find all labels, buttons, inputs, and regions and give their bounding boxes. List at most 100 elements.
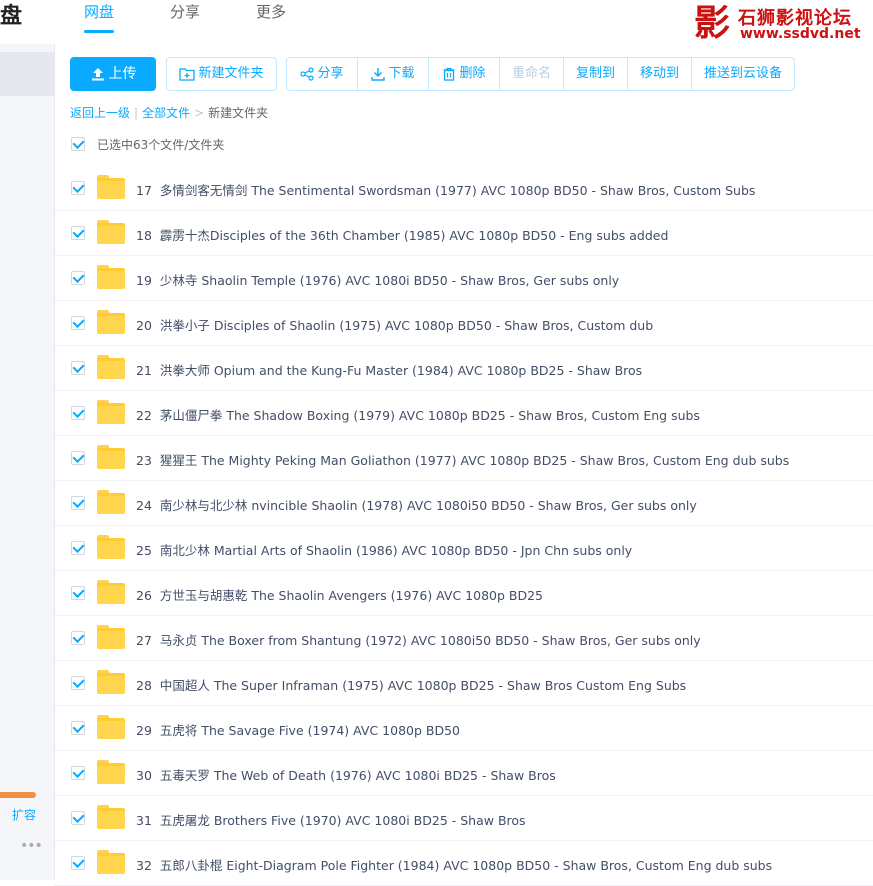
table-row[interactable]: 31 五虎屠龙 Brothers Five (1970) AVC 1080i B… [55, 796, 873, 841]
sidebar: 扩容 ••• [0, 44, 55, 880]
table-row[interactable]: 30 五毒天罗 The Web of Death (1976) AVC 1080… [55, 751, 873, 796]
file-name[interactable]: 29 五虎将 The Savage Five (1974) AVC 1080p … [136, 720, 460, 739]
download-icon [371, 67, 386, 81]
delete-button[interactable]: 删除 [429, 58, 500, 90]
folder-icon [97, 535, 125, 559]
row-checkbox[interactable] [71, 721, 85, 735]
file-name[interactable]: 28 中国超人 The Super Inframan (1975) AVC 10… [136, 675, 686, 694]
row-checkbox[interactable] [71, 811, 85, 825]
folder-icon [97, 715, 125, 739]
trash-icon [443, 67, 455, 81]
tab-netdisk[interactable]: 网盘 [84, 1, 115, 33]
file-name[interactable]: 22 茅山僵尸拳 The Shadow Boxing (1979) AVC 10… [136, 405, 700, 424]
table-row[interactable]: 22 茅山僵尸拳 The Shadow Boxing (1979) AVC 10… [55, 391, 873, 436]
folder-icon [97, 265, 125, 289]
table-row[interactable]: 25 南北少林 Martial Arts of Shaolin (1986) A… [55, 526, 873, 571]
watermark-logo: 影 石狮影视论坛 www.ssdvd.net [690, 0, 873, 46]
table-row[interactable]: 19 少林寺 Shaolin Temple (1976) AVC 1080i B… [55, 256, 873, 301]
folder-icon [97, 760, 125, 784]
new-folder-icon [179, 67, 196, 81]
file-name[interactable]: 31 五虎屠龙 Brothers Five (1970) AVC 1080i B… [136, 810, 526, 829]
folder-icon [97, 310, 125, 334]
sidebar-selected-item[interactable] [0, 52, 54, 96]
table-row[interactable]: 17 多情剑客无情剑 The Sentimental Swordsman (19… [55, 166, 873, 211]
main-panel: 上传 新建文件夹 分享 下载 删除 重命名 复制到 移动到 推送到云设备 返回上… [55, 44, 873, 886]
folder-icon [97, 220, 125, 244]
row-checkbox[interactable] [71, 631, 85, 645]
share-label: 分享 [317, 66, 344, 81]
breadcrumb-current: 新建文件夹 [208, 106, 269, 120]
rename-button[interactable]: 重命名 [500, 58, 564, 90]
folder-icon [97, 400, 125, 424]
top-bar: 盘 网盘 分享 更多 影 石狮影视论坛 www.ssdvd.net [0, 0, 873, 46]
row-checkbox[interactable] [71, 586, 85, 600]
file-name[interactable]: 26 方世玉与胡惠乾 The Shaolin Avengers (1976) A… [136, 585, 543, 604]
copy-to-button[interactable]: 复制到 [564, 58, 628, 90]
row-checkbox[interactable] [71, 496, 85, 510]
table-row[interactable]: 21 洪拳大师 Opium and the Kung-Fu Master (19… [55, 346, 873, 391]
folder-icon [97, 625, 125, 649]
breadcrumb: 返回上一级 | 全部文件 > 新建文件夹 [70, 104, 268, 121]
file-name[interactable]: 25 南北少林 Martial Arts of Shaolin (1986) A… [136, 540, 632, 559]
file-name[interactable]: 17 多情剑客无情剑 The Sentimental Swordsman (19… [136, 180, 755, 199]
row-checkbox[interactable] [71, 766, 85, 780]
table-row[interactable]: 26 方世玉与胡惠乾 The Shaolin Avengers (1976) A… [55, 571, 873, 616]
file-name[interactable]: 32 五郎八卦棍 Eight-Diagram Pole Fighter (198… [136, 855, 772, 874]
folder-icon [97, 490, 125, 514]
row-checkbox[interactable] [71, 856, 85, 870]
tab-share[interactable]: 分享 [170, 1, 200, 22]
app-brand: 盘 [0, 4, 23, 29]
delete-label: 删除 [459, 66, 486, 81]
selection-count: 已选中63个文件/文件夹 [97, 138, 225, 152]
upload-label: 上传 [108, 66, 137, 82]
table-row[interactable]: 29 五虎将 The Savage Five (1974) AVC 1080p … [55, 706, 873, 751]
select-all-checkbox[interactable] [71, 137, 85, 151]
row-checkbox[interactable] [71, 271, 85, 285]
upload-button[interactable]: 上传 [70, 57, 156, 91]
tab-more[interactable]: 更多 [256, 1, 286, 22]
file-name[interactable]: 23 猩猩王 The Mighty Peking Man Goliathon (… [136, 450, 789, 469]
row-checkbox[interactable] [71, 361, 85, 375]
folder-icon [97, 175, 125, 199]
push-to-device-button[interactable]: 推送到云设备 [692, 58, 794, 90]
table-row[interactable]: 23 猩猩王 The Mighty Peking Man Goliathon (… [55, 436, 873, 481]
table-row[interactable]: 24 南少林与北少林 nvincible Shaolin (1978) AVC … [55, 481, 873, 526]
breadcrumb-all-files[interactable]: 全部文件 [142, 106, 190, 120]
watermark-logo-glyph: 影 [693, 2, 730, 44]
table-row[interactable]: 18 霹雳十杰Disciples of the 36th Chamber (19… [55, 211, 873, 256]
file-actions-group: 分享 下载 删除 重命名 复制到 移动到 推送到云设备 [286, 57, 795, 91]
share-button[interactable]: 分享 [287, 58, 358, 90]
watermark-url: www.ssdvd.net [740, 26, 861, 42]
table-row[interactable]: 27 马永贞 The Boxer from Shantung (1972) AV… [55, 616, 873, 661]
file-name[interactable]: 30 五毒天罗 The Web of Death (1976) AVC 1080… [136, 765, 556, 784]
move-to-button[interactable]: 移动到 [628, 58, 692, 90]
row-checkbox[interactable] [71, 541, 85, 555]
breadcrumb-back[interactable]: 返回上一级 [70, 106, 130, 120]
table-row[interactable]: 28 中国超人 The Super Inframan (1975) AVC 10… [55, 661, 873, 706]
folder-icon [97, 805, 125, 829]
file-name[interactable]: 20 洪拳小子 Disciples of Shaolin (1975) AVC … [136, 315, 653, 334]
row-checkbox[interactable] [71, 181, 85, 195]
expand-storage-link[interactable]: 扩容 [12, 806, 36, 823]
table-row[interactable]: 20 洪拳小子 Disciples of Shaolin (1975) AVC … [55, 301, 873, 346]
file-name[interactable]: 24 南少林与北少林 nvincible Shaolin (1978) AVC … [136, 495, 697, 514]
row-checkbox[interactable] [71, 316, 85, 330]
folder-icon [97, 355, 125, 379]
more-options-icon[interactable]: ••• [20, 838, 43, 854]
file-name[interactable]: 19 少林寺 Shaolin Temple (1976) AVC 1080i B… [136, 270, 619, 289]
row-checkbox[interactable] [71, 406, 85, 420]
table-row[interactable]: 32 五郎八卦棍 Eight-Diagram Pole Fighter (198… [55, 841, 873, 886]
download-button[interactable]: 下载 [358, 58, 429, 90]
file-name[interactable]: 18 霹雳十杰Disciples of the 36th Chamber (19… [136, 225, 668, 244]
breadcrumb-separator: | [134, 106, 139, 120]
file-name[interactable]: 27 马永贞 The Boxer from Shantung (1972) AV… [136, 630, 701, 649]
folder-icon [97, 670, 125, 694]
row-checkbox[interactable] [71, 451, 85, 465]
new-folder-button[interactable]: 新建文件夹 [166, 57, 277, 91]
share-icon [300, 66, 315, 81]
upload-icon [91, 68, 104, 81]
folder-icon [97, 850, 125, 874]
file-name[interactable]: 21 洪拳大师 Opium and the Kung-Fu Master (19… [136, 360, 642, 379]
row-checkbox[interactable] [71, 676, 85, 690]
row-checkbox[interactable] [71, 226, 85, 240]
